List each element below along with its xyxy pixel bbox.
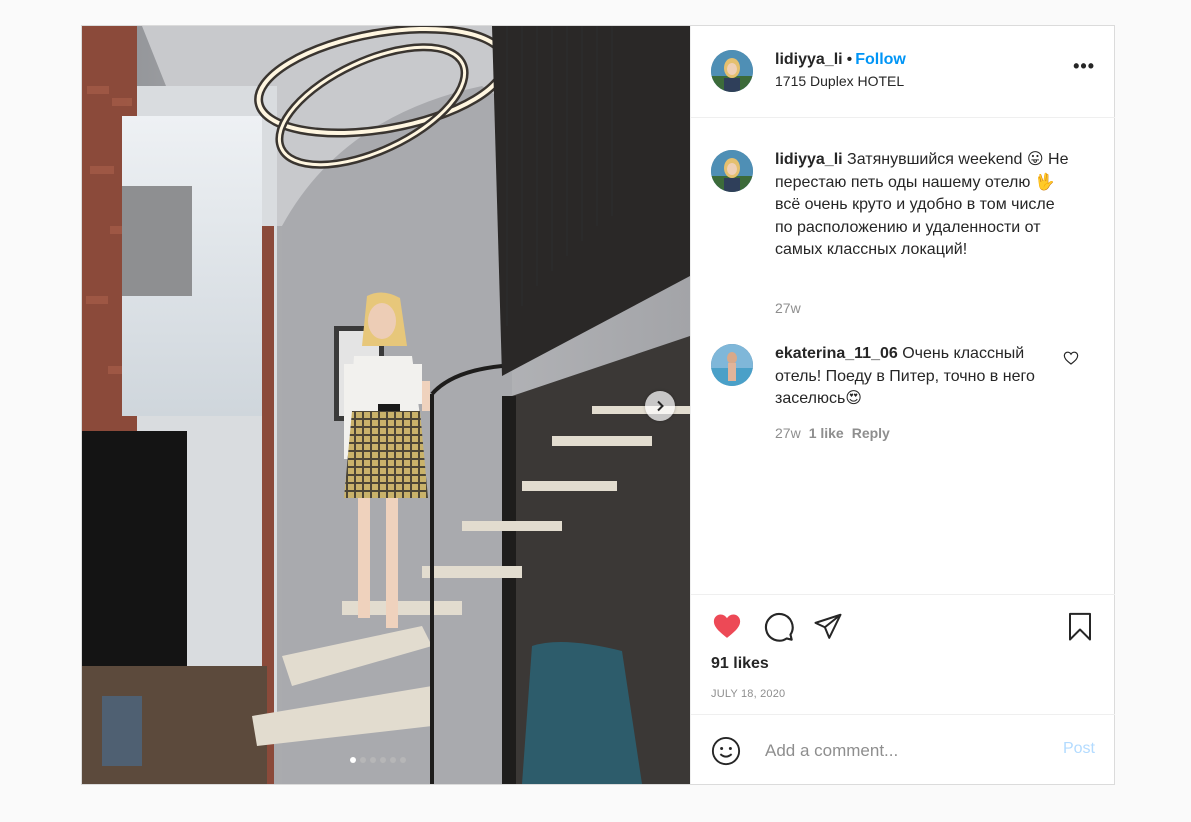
avatar-photo	[711, 150, 753, 192]
caption-time[interactable]: 27w	[775, 300, 801, 316]
comment-button[interactable]	[763, 611, 795, 648]
heart-filled-icon	[713, 614, 741, 638]
post-side-panel: lidiyya_li • Follow 1715 Duplex HOTEL •••	[690, 26, 1115, 784]
comment-icon	[764, 612, 794, 642]
comment-time[interactable]: 27w	[775, 425, 801, 441]
caption-meta: 27w	[775, 300, 801, 316]
post-comment-button[interactable]: Post	[1063, 740, 1095, 758]
comment-meta: 27w 1 like Reply	[775, 425, 890, 441]
comment-reply-button[interactable]: Reply	[852, 425, 890, 441]
caption-text-block: lidiyya_li Затянувшийся weekend 😛 Не пер…	[775, 149, 1075, 262]
chevron-right-icon	[657, 400, 664, 412]
header-separator: •	[846, 51, 853, 68]
heart-outline-icon	[1063, 351, 1079, 365]
comment-text-block: ekaterina_11_06 Очень классный отель! По…	[775, 343, 1045, 411]
carousel-dot	[350, 757, 356, 763]
carousel-dot	[380, 757, 386, 763]
caption-avatar[interactable]	[711, 150, 753, 192]
follow-button[interactable]: Follow	[855, 51, 906, 68]
author-avatar[interactable]	[711, 50, 753, 92]
carousel-dot	[370, 757, 376, 763]
post-photo[interactable]	[82, 26, 690, 784]
comment-input[interactable]	[763, 736, 1047, 766]
carousel-next-button[interactable]	[645, 391, 675, 421]
like-button[interactable]	[711, 611, 743, 646]
carousel-dot	[400, 757, 406, 763]
bookmark-icon	[1069, 612, 1091, 641]
post-header: lidiyya_li • Follow 1715 Duplex HOTEL •••	[691, 26, 1115, 118]
likes-count[interactable]: 91 likes	[711, 655, 769, 673]
emoji-icon	[711, 736, 741, 766]
carousel-indicator	[350, 757, 406, 763]
comment-username[interactable]: ekaterina_11_06	[775, 345, 898, 362]
emoji-button[interactable]	[711, 736, 741, 771]
comments-list: lidiyya_li Затянувшийся weekend 😛 Не пер…	[691, 118, 1115, 594]
share-button[interactable]	[812, 611, 844, 646]
post-photo-illustration	[82, 26, 690, 784]
author-username[interactable]: lidiyya_li	[775, 51, 843, 68]
comment-likes[interactable]: 1 like	[809, 425, 844, 441]
post-actions: 91 likes JULY 18, 2020	[691, 594, 1115, 715]
commenter-avatar[interactable]	[711, 344, 753, 386]
comment-like-button[interactable]	[1063, 350, 1079, 371]
avatar-photo	[711, 50, 753, 92]
more-options-button[interactable]: •••	[1073, 56, 1095, 77]
post-date[interactable]: JULY 18, 2020	[711, 688, 785, 700]
more-icon: •••	[1073, 56, 1095, 76]
caption-username[interactable]: lidiyya_li	[775, 151, 843, 168]
add-comment-bar: Post	[691, 714, 1115, 785]
carousel-dot	[390, 757, 396, 763]
share-icon	[814, 613, 842, 639]
avatar-photo	[711, 344, 753, 386]
post-card: lidiyya_li • Follow 1715 Duplex HOTEL •••	[81, 25, 1115, 785]
carousel-dot	[360, 757, 366, 763]
save-button[interactable]	[1065, 611, 1095, 648]
location-link[interactable]: 1715 Duplex HOTEL	[775, 71, 906, 91]
